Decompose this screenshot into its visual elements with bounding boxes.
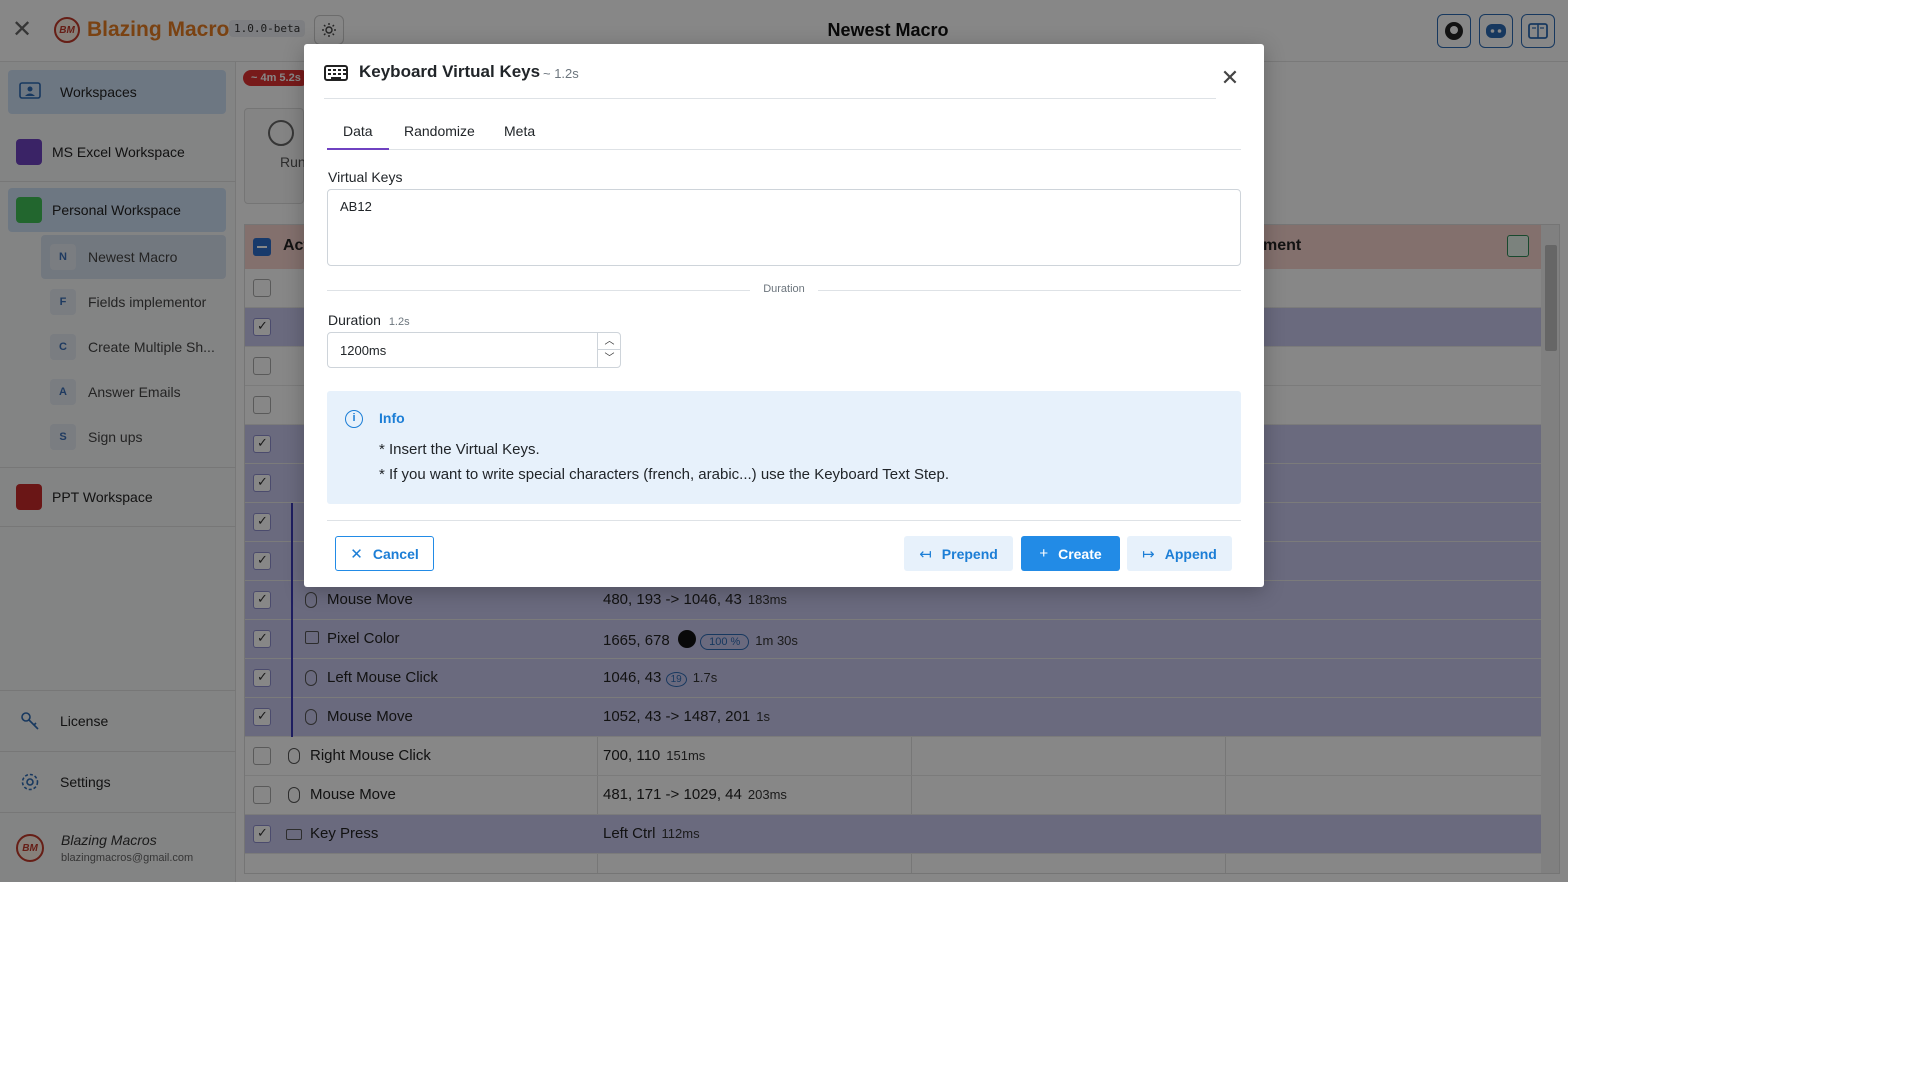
chevron-down-icon[interactable]: ﹀ — [598, 350, 621, 367]
section-divider — [818, 290, 1241, 291]
duration-input[interactable]: 1200ms ︿ ﹀ — [327, 332, 621, 368]
prepend-button[interactable]: ↤ Prepend — [904, 536, 1013, 571]
chevron-up-icon[interactable]: ︿ — [598, 333, 621, 350]
info-icon: i — [345, 410, 363, 428]
tab-meta[interactable]: Meta — [488, 116, 551, 150]
virtual-keys-label: Virtual Keys — [328, 169, 403, 185]
close-icon[interactable]: ✕ — [1218, 66, 1242, 90]
info-title: Info — [379, 410, 405, 426]
tab-data[interactable]: Data — [327, 116, 389, 150]
duration-section-title: Duration — [763, 283, 805, 295]
close-icon: ✕ — [350, 545, 363, 563]
tab-randomize[interactable]: Randomize — [388, 116, 491, 150]
duration-stepper: ︿ ﹀ — [597, 333, 621, 367]
virtual-keys-input[interactable]: AB12 — [327, 189, 1241, 266]
keyboard-virtual-keys-dialog: Keyboard Virtual Keys ~ 1.2s ✕ Data Rand… — [304, 44, 1264, 587]
cancel-button[interactable]: ✕ Cancel — [335, 536, 434, 571]
section-divider — [327, 290, 750, 291]
append-button[interactable]: ↦ Append — [1127, 536, 1232, 571]
dialog-header-divider — [324, 98, 1216, 99]
create-button[interactable]: + Create — [1021, 536, 1120, 571]
dialog-duration-estimate: ~ 1.2s — [543, 66, 579, 81]
dialog-title: Keyboard Virtual Keys — [359, 62, 541, 81]
duration-value: 1200ms — [340, 343, 387, 358]
dialog-footer-divider — [327, 520, 1241, 521]
dialog-tabs: Data Randomize Meta — [327, 116, 1241, 150]
info-line: * If you want to write special character… — [379, 466, 949, 483]
plus-icon: + — [1039, 545, 1049, 562]
duration-label: Duration 1.2s — [328, 312, 410, 328]
duration-hint: 1.2s — [388, 316, 410, 328]
info-alert: i Info * Insert the Virtual Keys. * If y… — [327, 391, 1241, 504]
keyboard-icon — [324, 65, 348, 81]
arrow-left-icon: ↤ — [919, 545, 932, 563]
info-line: * Insert the Virtual Keys. — [379, 441, 540, 458]
arrow-right-icon: ↦ — [1142, 545, 1155, 563]
